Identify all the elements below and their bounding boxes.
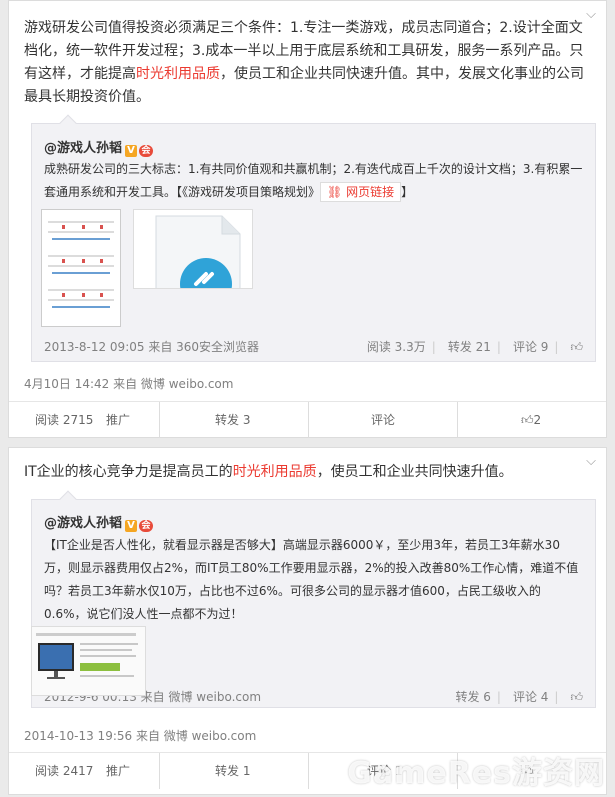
link-preview-thumbnail[interactable] [133, 209, 253, 289]
document-thumbnail[interactable] [41, 209, 121, 327]
quoted-text: 【IT企业是否人性化，就看显示器是否够大】高端显示器6000￥，至少用3年，若员… [44, 538, 579, 621]
highlight-text: 时光利用品质 [136, 66, 220, 82]
post-meta[interactable]: 2014-10-13 19:56 来自 微博 weibo.com [24, 727, 256, 744]
quoted-comment-button[interactable]: 评论 9 [513, 340, 548, 354]
weibo-post-1: ⌵ 游戏研发公司值得投资必须满足三个条件：1.专注一类游戏，成员志同道合；2.设… [8, 0, 607, 438]
repost-button[interactable]: 转发 3 [215, 402, 250, 438]
quoted-meta[interactable]: 2013-8-12 09:05 来自 360安全浏览器 [44, 338, 259, 355]
weibo-post-2: ⌵ IT企业的核心竞争力是提高员工的时光利用品质，使员工和企业共同快速升值。 @… [8, 447, 607, 795]
promote-button[interactable]: 推广 [106, 753, 130, 789]
crown-icon: 会 [139, 520, 154, 532]
thumbs-up-icon[interactable]: 👍︎ [570, 690, 583, 704]
repost-button[interactable]: 转发 1 [215, 753, 250, 789]
promote-button[interactable]: 推广 [106, 402, 130, 438]
action-bar: 阅读 2715 推广 转发 3 评论 👍︎2 [9, 402, 606, 438]
quoted-author[interactable]: @游戏人孙韬 V 会 [44, 137, 154, 157]
chevron-down-icon[interactable]: ⌵ [586, 454, 596, 469]
like-button[interactable]: 👍︎2 [521, 402, 541, 438]
thumbs-up-icon: 👍︎ [521, 413, 534, 427]
post-text: IT企业的核心竞争力是提高员工的时光利用品质，使员工和企业共同快速升值。 [24, 464, 513, 480]
read-count: 阅读 2417 [35, 764, 94, 778]
highlight-text: 时光利用品质 [232, 464, 317, 480]
watermark: GameRes游资网 [347, 756, 605, 791]
verified-icon: V [125, 145, 138, 157]
quoted-comment-button[interactable]: 评论 4 [513, 690, 548, 704]
comment-button[interactable]: 评论 [371, 402, 395, 438]
quoted-author[interactable]: @游戏人孙韬 V 会 [44, 512, 154, 532]
monitor-ad-thumbnail[interactable] [31, 626, 146, 696]
quoted-repost-button[interactable]: 转发 6 [455, 690, 490, 704]
quoted-repost-button[interactable]: 转发 21 [448, 340, 491, 354]
post-meta[interactable]: 4月10日 14:42 来自 微博 weibo.com [24, 375, 233, 392]
web-link[interactable]: ⛓ 网页链接 [320, 182, 402, 202]
quoted-actions: 阅读 3.3万 | 转发 21 | 评论 9 | 👍︎ [366, 340, 583, 354]
read-count: 阅读 2715 [35, 413, 94, 427]
verified-icon: V [125, 520, 138, 532]
thumbs-up-icon[interactable]: 👍︎ [570, 340, 583, 354]
quoted-reads: 阅读 3.3万 [366, 340, 426, 354]
quoted-text: 成熟研发公司的三大标志：1.有共同价值观和共赢机制；2.有迭代成百上千次的设计文… [44, 158, 583, 204]
post-text: 游戏研发公司值得投资必须满足三个条件：1.专注一类游戏，成员志同道合；2.设计全… [24, 20, 584, 105]
chevron-down-icon[interactable]: ⌵ [586, 7, 596, 22]
crown-icon: 会 [139, 145, 154, 157]
quoted-actions: 转发 6 | 评论 4 | 👍︎ [455, 690, 583, 704]
link-icon: ⛓ [327, 185, 343, 199]
